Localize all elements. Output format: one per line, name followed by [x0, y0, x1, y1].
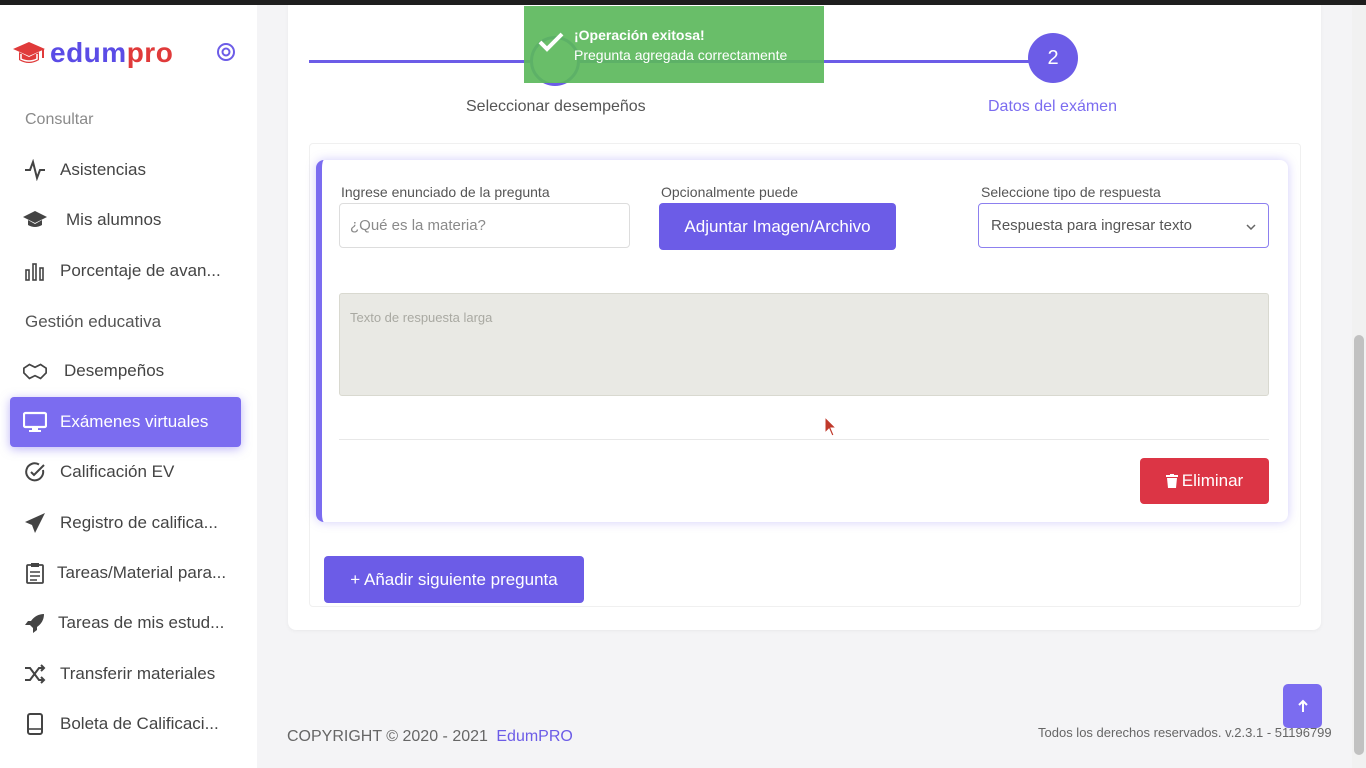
sidebar-item-mis-alumnos[interactable]: Mis alumnos — [10, 195, 241, 245]
sidebar-item-label: Calificación EV — [60, 462, 175, 481]
question-divider — [339, 439, 1269, 440]
copyright-text: COPYRIGHT © 2020 - 2021 — [287, 728, 488, 745]
section-label-consultar: Consultar — [25, 111, 94, 128]
answer-type-value: Respuesta para ingresar texto — [991, 217, 1192, 234]
logo-text: edumpro — [50, 37, 174, 68]
answer-textarea[interactable] — [339, 293, 1269, 396]
scroll-to-top-button[interactable] — [1283, 684, 1322, 728]
sidebar-item-examenes-virtuales[interactable]: Exámenes virtuales — [10, 397, 241, 447]
logo-text-pro: pro — [126, 37, 174, 68]
sidebar-item-tareas-estudiantes[interactable]: Tareas de mis estud... — [10, 598, 241, 648]
rocket-icon — [22, 610, 48, 636]
sidebar-item-label: Asistencias — [60, 160, 146, 179]
sidebar-item-label: Exámenes virtuales — [60, 412, 209, 431]
shuffle-icon — [22, 661, 48, 687]
check-circle-icon — [22, 459, 48, 485]
sidebar-item-label: Mis alumnos — [66, 210, 162, 229]
sidebar-item-boleta[interactable]: Boleta de Calificaci... — [10, 699, 241, 749]
handshake-icon — [22, 358, 48, 384]
add-next-question-button[interactable]: + Añadir siguiente pregunta — [324, 556, 584, 603]
section-label-gestion: Gestión educativa — [25, 312, 162, 331]
attach-file-button[interactable]: Adjuntar Imagen/Archivo — [659, 203, 896, 250]
step-1-label: Seleccionar desempeños — [466, 98, 646, 115]
success-toast: ¡Operación exitosa! Pregunta agregada co… — [524, 6, 824, 83]
sidebar-item-label: Boleta de Calificaci... — [60, 714, 219, 733]
graduation-cap-logo-icon — [13, 42, 45, 63]
sidebar-item-label: Tareas de mis estud... — [58, 613, 225, 632]
book-icon — [22, 711, 48, 737]
arrow-up-icon — [1297, 699, 1309, 713]
bar-chart-icon — [22, 258, 48, 284]
statement-input[interactable] — [339, 203, 630, 248]
stepper-line-left — [309, 60, 530, 63]
edumpro-link[interactable]: EdumPRO — [496, 728, 572, 745]
footer-copyright: COPYRIGHT © 2020 - 2021 EdumPRO — [287, 728, 573, 746]
sidebar-item-label: Registro de califica... — [60, 513, 218, 532]
activity-icon — [22, 157, 48, 183]
check-icon — [538, 31, 564, 58]
chevron-down-icon — [1246, 217, 1256, 234]
sidebar-item-label: Tareas/Material para... — [57, 563, 227, 582]
sidebar-toggle-icon[interactable] — [216, 42, 236, 62]
attach-label: Opcionalmente puede — [661, 184, 798, 200]
sidebar-item-porcentaje[interactable]: Porcentaje de avan... — [10, 246, 241, 296]
trash-icon — [1165, 474, 1178, 488]
mouse-cursor-icon — [824, 415, 838, 443]
sidebar: edumpro Consultar Asistencias Mis alumno… — [0, 5, 257, 768]
answer-type-label: Seleccione tipo de respuesta — [981, 184, 1161, 200]
sidebar-item-label: Transferir materiales — [60, 664, 216, 683]
toast-title: ¡Operación exitosa! — [574, 26, 705, 43]
step-2-label: Datos del exámen — [988, 98, 1117, 115]
toast-message: Pregunta agregada correctamente — [574, 46, 788, 63]
graduation-cap-icon — [22, 207, 48, 233]
sidebar-item-registro-calificaciones[interactable]: Registro de califica... — [10, 498, 241, 548]
sidebar-item-tareas-material[interactable]: Tareas/Material para... — [10, 548, 241, 598]
sidebar-item-calificacion-ev[interactable]: Calificación EV — [10, 447, 241, 497]
page-scrollbar[interactable] — [1352, 5, 1366, 768]
sidebar-item-asistencias[interactable]: Asistencias — [10, 145, 241, 195]
delete-question-button[interactable]: Eliminar — [1140, 458, 1269, 504]
monitor-icon — [22, 409, 48, 435]
sidebar-item-label: Desempeños — [64, 361, 165, 380]
app-logo[interactable]: edumpro — [12, 33, 173, 73]
sidebar-item-transferir-materiales[interactable]: Transferir materiales — [10, 649, 241, 699]
sidebar-item-label: Porcentaje de avan... — [60, 261, 221, 280]
delete-button-label: Eliminar — [1181, 471, 1244, 490]
clipboard-list-icon — [22, 560, 48, 586]
answer-type-select[interactable]: Respuesta para ingresar texto — [978, 203, 1269, 248]
scrollbar-thumb[interactable] — [1354, 335, 1364, 755]
step-2-circle[interactable]: 2 — [1028, 33, 1078, 83]
paper-plane-icon — [22, 510, 48, 536]
sidebar-item-desempenos[interactable]: Desempeños — [10, 346, 241, 396]
statement-label: Ingrese enunciado de la pregunta — [341, 184, 550, 200]
